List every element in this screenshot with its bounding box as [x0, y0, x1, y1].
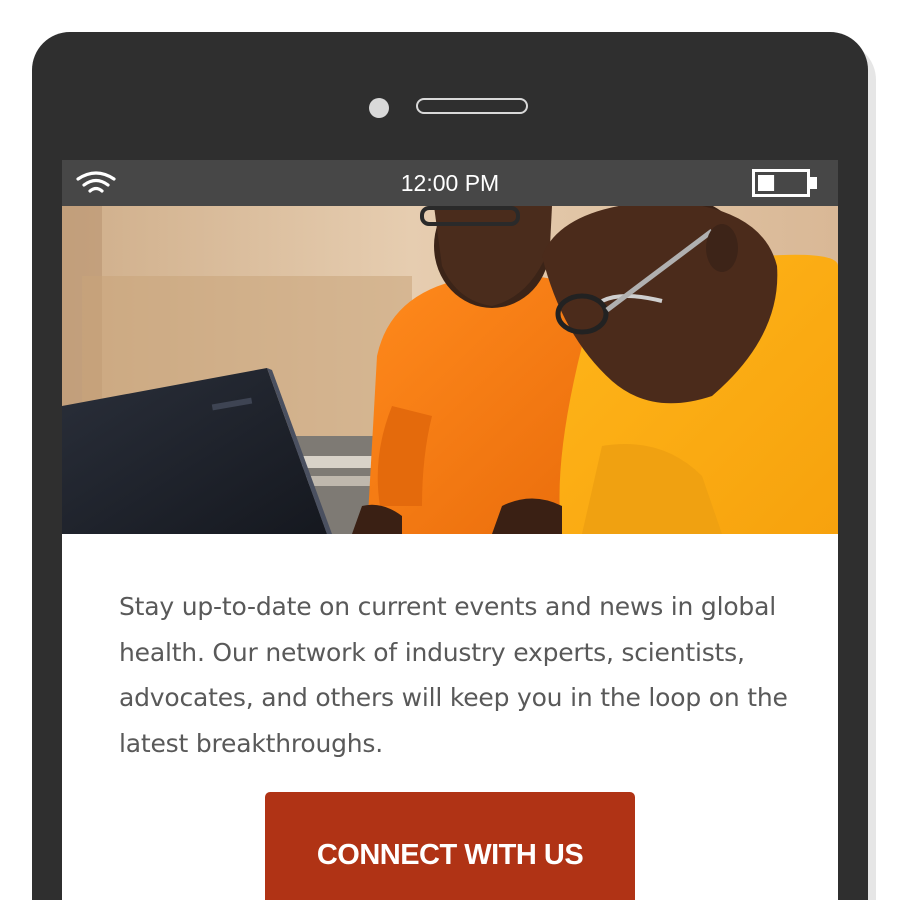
hero-photo — [62, 206, 838, 534]
camera-icon — [369, 98, 389, 118]
connect-with-us-button[interactable]: CONNECT WITH US — [265, 792, 635, 900]
speaker-grille — [416, 98, 528, 114]
wifi-icon — [76, 171, 116, 193]
phone-frame: 12:00 PM Stay up-to-date on current even… — [32, 32, 868, 900]
battery-icon — [752, 169, 817, 197]
page: 12:00 PM Stay up-to-date on current even… — [0, 0, 900, 900]
phone-screen: 12:00 PM Stay up-to-date on current even… — [62, 160, 838, 900]
intro-paragraph: Stay up-to-date on current events and ne… — [119, 592, 788, 758]
status-bar: 12:00 PM — [62, 160, 838, 206]
status-time: 12:00 PM — [400, 170, 500, 196]
connect-button-label: CONNECT WITH US — [316, 839, 584, 871]
hero-image — [62, 206, 838, 534]
